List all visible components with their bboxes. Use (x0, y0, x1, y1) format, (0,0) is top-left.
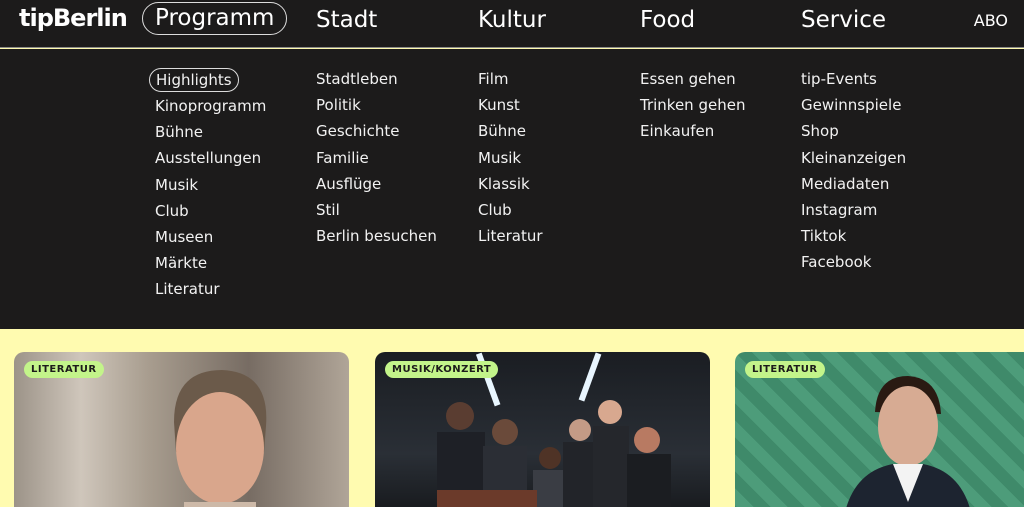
menu-item-shop[interactable]: Shop (801, 122, 906, 148)
nav-stadt[interactable]: Stadt (316, 7, 377, 33)
menu-item-ausfluege[interactable]: Ausflüge (316, 175, 437, 201)
nav-kultur[interactable]: Kultur (478, 7, 546, 33)
menu-item-mediadaten[interactable]: Mediadaten (801, 175, 906, 201)
menu-item-ausstellungen[interactable]: Ausstellungen (155, 149, 266, 175)
menu-column-service: tip-Events Gewinnspiele Shop Kleinanzeig… (801, 70, 906, 280)
menu-item-literatur[interactable]: Literatur (155, 280, 266, 306)
menu-item-musik[interactable]: Musik (155, 176, 266, 202)
menu-item-familie[interactable]: Familie (316, 149, 437, 175)
article-card[interactable]: LITERATUR (14, 352, 349, 507)
menu-item-tip-events[interactable]: tip-Events (801, 70, 906, 96)
mega-menu: Highlights Kinoprogramm Bühne Ausstellun… (0, 49, 1024, 329)
category-badge: LITERATUR (745, 361, 825, 378)
menu-item-stadtleben[interactable]: Stadtleben (316, 70, 437, 96)
menu-item-instagram[interactable]: Instagram (801, 201, 906, 227)
menu-item-stil[interactable]: Stil (316, 201, 437, 227)
category-badge: MUSIK/KONZERT (385, 361, 499, 378)
menu-column-stadt: Stadtleben Politik Geschichte Familie Au… (316, 70, 437, 253)
article-card[interactable]: MUSIK/KONZERT (375, 352, 710, 507)
menu-item-politik[interactable]: Politik (316, 96, 437, 122)
menu-item-film[interactable]: Film (478, 70, 543, 96)
menu-item-einkaufen[interactable]: Einkaufen (640, 122, 745, 148)
menu-item-kunst[interactable]: Kunst (478, 96, 543, 122)
nav-programm[interactable]: Programm (142, 2, 288, 35)
menu-item-gewinnspiele[interactable]: Gewinnspiele (801, 96, 906, 122)
menu-item-berlin-besuchen[interactable]: Berlin besuchen (316, 227, 437, 253)
menu-item-buehne[interactable]: Bühne (478, 122, 543, 148)
menu-item-facebook[interactable]: Facebook (801, 253, 906, 279)
menu-item-musik[interactable]: Musik (478, 149, 543, 175)
author-portrait-image (174, 370, 267, 507)
category-badge: LITERATUR (24, 361, 104, 378)
menu-item-geschichte[interactable]: Geschichte (316, 122, 437, 148)
menu-item-buehne[interactable]: Bühne (155, 123, 266, 149)
nav-service[interactable]: Service (801, 7, 886, 33)
menu-item-club[interactable]: Club (155, 202, 266, 228)
menu-item-highlights[interactable]: Highlights (149, 68, 239, 92)
menu-column-kultur: Film Kunst Bühne Musik Klassik Club Lite… (478, 70, 543, 253)
menu-item-literatur[interactable]: Literatur (478, 227, 543, 253)
abo-link[interactable]: ABO (974, 11, 1008, 30)
author-portrait-image (846, 376, 970, 507)
article-teasers: LITERATUR MUSIK/KONZERT LITERATUR (0, 329, 1024, 507)
menu-column-programm: Highlights Kinoprogramm Bühne Ausstellun… (149, 68, 266, 307)
article-card[interactable]: LITERATUR (735, 352, 1024, 507)
top-navigation: tipBerlin Programm Stadt Kultur Food Ser… (0, 0, 1024, 48)
menu-column-food: Essen gehen Trinken gehen Einkaufen (640, 70, 745, 149)
menu-item-kleinanzeigen[interactable]: Kleinanzeigen (801, 149, 906, 175)
menu-item-tiktok[interactable]: Tiktok (801, 227, 906, 253)
menu-item-museen[interactable]: Museen (155, 228, 266, 254)
tipberlin-logo[interactable]: tipBerlin (19, 4, 128, 32)
menu-item-maerkte[interactable]: Märkte (155, 254, 266, 280)
menu-item-klassik[interactable]: Klassik (478, 175, 543, 201)
menu-item-club[interactable]: Club (478, 201, 543, 227)
nav-food[interactable]: Food (640, 7, 695, 33)
menu-item-essen-gehen[interactable]: Essen gehen (640, 70, 745, 96)
menu-item-kinoprogramm[interactable]: Kinoprogramm (155, 97, 266, 123)
menu-item-trinken-gehen[interactable]: Trinken gehen (640, 96, 745, 122)
